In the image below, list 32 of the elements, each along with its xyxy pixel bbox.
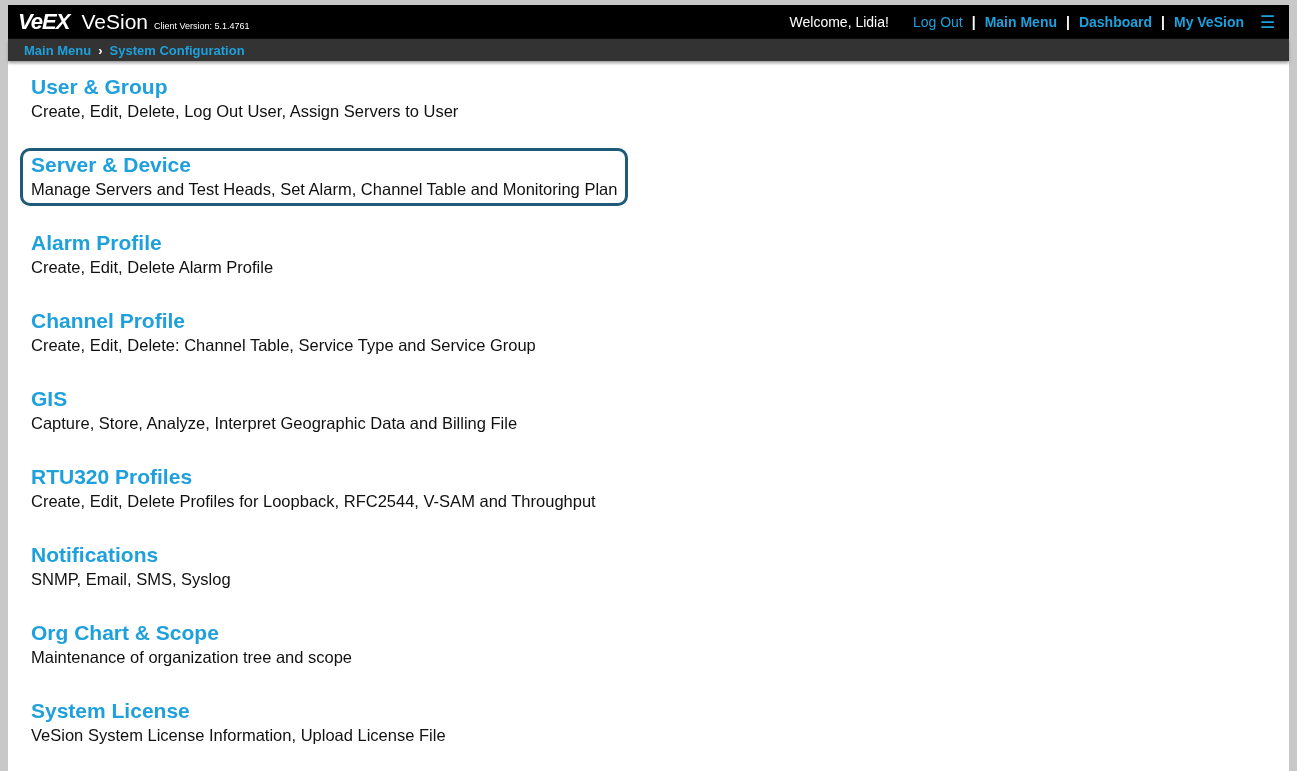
- separator: |: [1161, 14, 1165, 30]
- header-link[interactable]: Dashboard: [1078, 14, 1153, 30]
- header-link[interactable]: Log Out: [912, 14, 963, 30]
- section-link[interactable]: Notifications: [31, 543, 159, 567]
- section-link[interactable]: User & Group: [31, 75, 168, 99]
- section-link[interactable]: RTU320 Profiles: [31, 465, 193, 489]
- breadcrumb-link[interactable]: System Configuration: [109, 42, 245, 58]
- section-link[interactable]: GIS: [31, 387, 68, 411]
- section-description: Create, Edit, Delete: Channel Table, Service Type and Service Group: [31, 336, 536, 355]
- section-link[interactable]: Alarm Profile: [31, 231, 162, 255]
- breadcrumb-link[interactable]: Main Menu: [24, 42, 92, 58]
- header-link[interactable]: Main Menu: [984, 14, 1057, 30]
- section-description: Capture, Store, Analyze, Interpret Geographic Data and Billing File: [31, 414, 518, 433]
- welcome-text: Welcome, Lidia!: [789, 14, 889, 30]
- separator: |: [1066, 14, 1070, 30]
- section-link[interactable]: Org Chart & Scope: [31, 621, 219, 645]
- section-link[interactable]: System License: [31, 699, 190, 723]
- header-link[interactable]: My VeSion: [1173, 14, 1244, 30]
- section-link[interactable]: Server & Device: [31, 153, 191, 177]
- section-description: Manage Servers and Test Heads, Set Alarm, Channel Table and Monitoring Plan: [31, 180, 618, 199]
- section-description: Create, Edit, Delete Alarm Profile: [31, 258, 274, 277]
- section-description: VeSion System License Information, Upload License File: [31, 726, 446, 745]
- separator: |: [971, 14, 976, 30]
- app-name: VeSion: [81, 10, 148, 34]
- section-description: Create, Edit, Delete Profiles for Loopback, RFC2544, V-SAM and Throughput: [31, 492, 596, 511]
- client-version: Client Version: 5.1.4761: [154, 20, 250, 31]
- section-link[interactable]: Channel Profile: [31, 309, 186, 333]
- logo: VeEX: [18, 9, 70, 35]
- section-description: Maintenance of organization tree and scope: [31, 648, 353, 667]
- section-description: Create, Edit, Delete, Log Out User, Assign Servers to User: [31, 102, 459, 121]
- breadcrumb-separator: ›: [98, 42, 103, 58]
- section-description: SNMP, Email, SMS, Syslog: [31, 570, 231, 589]
